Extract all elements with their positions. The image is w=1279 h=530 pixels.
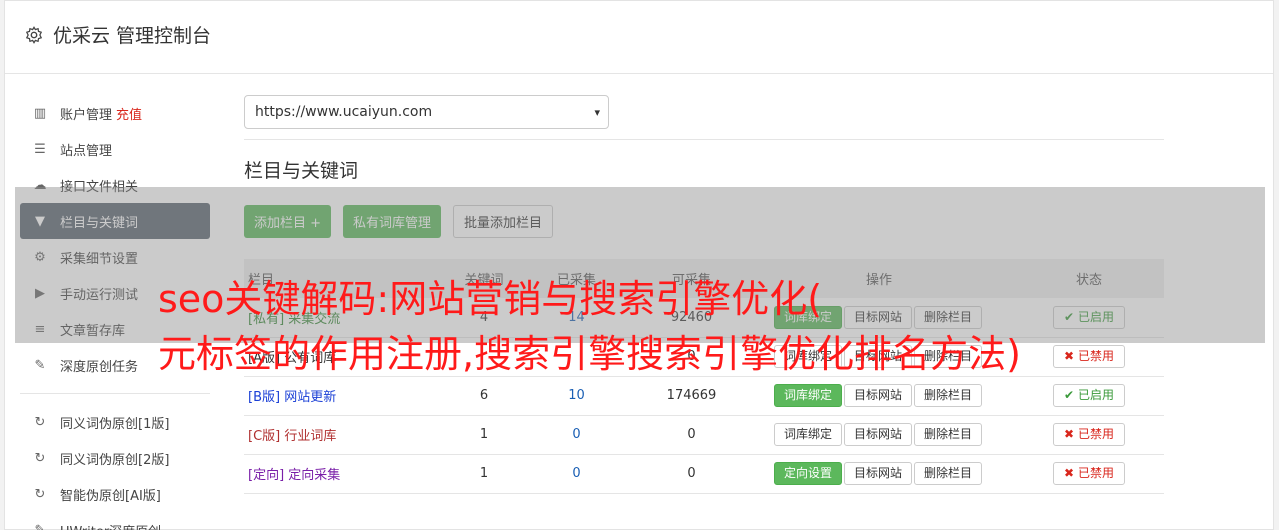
column-name-cell[interactable]: [C版] 行业词库	[244, 415, 454, 454]
status-toggle[interactable]: ✔ 已启用	[1053, 384, 1125, 407]
headline-line-1: seo关键解码:网站营销与搜索引擎优化(	[158, 277, 823, 321]
sidebar-item-label: 同义词伪原创[1版]	[60, 416, 170, 432]
close-icon: ✖	[1064, 427, 1075, 441]
refresh-icon: ↻	[34, 414, 46, 430]
sidebar-item-uwriter[interactable]: ✎ UWriter深度原创	[20, 512, 210, 530]
target-site-button[interactable]: 目标网站	[843, 384, 912, 407]
collectable-count: 0	[687, 466, 696, 481]
delete-column-button[interactable]: 删除栏目	[914, 384, 983, 407]
check-icon: ✔	[1064, 388, 1075, 402]
refresh-icon: ↻	[34, 486, 46, 502]
keyword-count: 1	[479, 466, 489, 481]
column-name[interactable]: 定向采集	[288, 468, 340, 483]
sidebar-item-label: 智能伪原创[AI版]	[60, 488, 161, 504]
column-name-cell[interactable]: [定向] 定向采集	[244, 454, 454, 493]
server-icon: ☰	[34, 141, 46, 157]
status-cell: ✖ 已禁用	[1014, 415, 1164, 454]
sidebar-item-synonym-v1[interactable]: ↻ 同义词伪原创[1版]	[20, 404, 210, 440]
bind-library-button[interactable]: 词库绑定	[773, 384, 842, 407]
bind-library-button[interactable]: 定向设置	[773, 462, 842, 485]
sidebar-item-label: 同义词伪原创[2版]	[60, 452, 170, 468]
overlay-headline: seo关键解码:网站营销与搜索引擎优化( 元标签的作用注册,搜索引擎搜索引擎优化…	[158, 272, 1258, 382]
column-tag: [C版]	[248, 429, 281, 444]
sidebar-item-label: 站点管理	[60, 143, 113, 159]
collected-count[interactable]: 0	[514, 454, 639, 493]
column-tag: [定向]	[248, 468, 285, 483]
target-site-button[interactable]: 目标网站	[843, 462, 912, 485]
table-row: [定向] 定向采集 1 0 0 定向设置 目标网站 删除栏目 ✖ 已禁用	[244, 454, 1164, 493]
divider	[244, 139, 1164, 140]
refresh-icon: ↻	[34, 450, 46, 466]
status-cell: ✖ 已禁用	[1014, 454, 1164, 493]
table-row: [C版] 行业词库 1 0 0 词库绑定 目标网站 删除栏目 ✖ 已禁用	[244, 415, 1164, 454]
target-site-button[interactable]: 目标网站	[843, 423, 912, 446]
status-toggle[interactable]: ✖ 已禁用	[1053, 462, 1125, 485]
status-label: 已启用	[1077, 388, 1114, 402]
sidebar-item-label: UWriter深度原创	[60, 521, 161, 530]
bind-library-button[interactable]: 词库绑定	[773, 423, 842, 446]
actions-cell: 定向设置 目标网站 删除栏目	[744, 454, 1014, 493]
sidebar-item-sites[interactable]: ☰ 站点管理	[20, 131, 210, 167]
gear-icon	[25, 25, 43, 44]
section-title: 栏目与关键词	[244, 160, 359, 182]
edit-icon: ✎	[34, 522, 46, 530]
chevron-down-icon: ▾	[594, 105, 600, 119]
app-title-text: 优采云 管理控制台	[53, 25, 212, 47]
app-title: 优采云 管理控制台	[25, 21, 211, 48]
sidebar-divider	[20, 393, 210, 394]
close-icon: ✖	[1064, 466, 1075, 480]
column-tag: [B版]	[248, 390, 281, 405]
delete-column-button[interactable]: 删除栏目	[914, 423, 983, 446]
bar-chart-icon: ▥	[33, 105, 47, 121]
column-name[interactable]: 网站更新	[284, 390, 336, 405]
status-label: 已禁用	[1077, 466, 1114, 480]
headline-line-2: 元标签的作用注册,搜索引擎搜索引擎优化排名方法)	[158, 332, 1021, 376]
sidebar-item-synonym-v2[interactable]: ↻ 同义词伪原创[2版]	[20, 440, 210, 476]
collected-count[interactable]: 0	[514, 415, 639, 454]
status-toggle[interactable]: ✖ 已禁用	[1053, 423, 1125, 446]
recharge-link[interactable]: 充值	[116, 104, 142, 123]
site-select-value: https://www.ucaiyun.com	[255, 104, 433, 120]
top-bar: 优采云 管理控制台	[5, 1, 1273, 74]
delete-column-button[interactable]: 删除栏目	[914, 462, 983, 485]
sidebar-item-label: 账户管理	[60, 107, 113, 123]
status-label: 已禁用	[1077, 427, 1114, 441]
sidebar-item-label: 深度原创任务	[60, 359, 139, 375]
column-name[interactable]: 行业词库	[284, 429, 336, 444]
sidebar-item-account[interactable]: ▥ 账户管理 充值	[20, 95, 210, 131]
keyword-count: 1	[479, 427, 489, 442]
sidebar-item-ai-rewrite[interactable]: ↻ 智能伪原创[AI版]	[20, 476, 210, 512]
edit-icon: ✎	[34, 357, 46, 373]
site-select[interactable]: https://www.ucaiyun.com ▾	[244, 95, 609, 129]
actions-cell: 词库绑定 目标网站 删除栏目	[744, 415, 1014, 454]
collectable-count: 0	[687, 427, 696, 442]
